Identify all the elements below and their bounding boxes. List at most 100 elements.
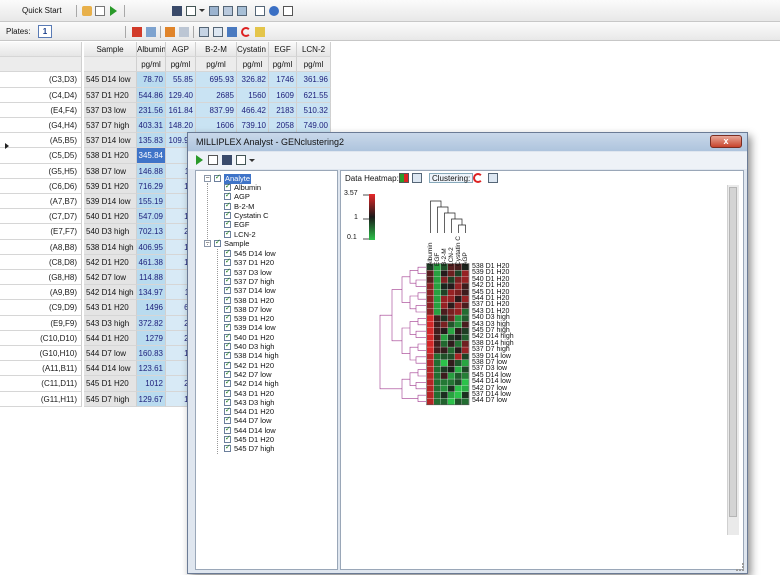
column-header[interactable]: AGP [166, 42, 196, 58]
value-cell[interactable]: 739.10 [237, 118, 269, 134]
value-cell[interactable]: 1496 [137, 300, 166, 316]
bar-chart-icon[interactable] [179, 27, 189, 37]
value-cell[interactable]: 129.67 [137, 391, 166, 407]
tree-node-sample[interactable]: −Sample [196, 238, 336, 249]
table-row[interactable]: (G4,H4) 537 D7 high 403.31 148.20 1606 739.10… [0, 118, 331, 134]
value-cell[interactable]: 544.86 [137, 87, 166, 103]
sample-name-cell[interactable]: 537 D7 high [84, 118, 137, 134]
value-cell[interactable]: 2183 [269, 102, 297, 118]
checkbox[interactable] [224, 341, 231, 351]
new-document-icon[interactable] [208, 155, 218, 165]
run-icon[interactable] [196, 155, 203, 165]
value-cell[interactable]: 466.42 [237, 102, 269, 118]
checkbox[interactable] [224, 267, 231, 277]
checkbox[interactable] [224, 378, 231, 388]
sample-name-cell[interactable]: 542 D1 H20 [84, 254, 137, 270]
sample-name-cell[interactable]: 545 D14 low [84, 72, 137, 88]
value-cell[interactable]: 114.88 [137, 270, 166, 286]
value-cell[interactable]: 326.82 [237, 72, 269, 88]
clustering-c-icon[interactable] [241, 27, 251, 37]
value-cell[interactable]: 78.70 [137, 72, 166, 88]
value-cell[interactable]: 749.00 [297, 118, 331, 134]
sample-name-cell[interactable]: 543 D3 high [84, 315, 137, 331]
value-cell[interactable]: 155.19 [137, 194, 166, 210]
value-cell[interactable]: 134.97 [137, 285, 166, 301]
checkbox[interactable] [224, 276, 231, 286]
value-cell[interactable]: 231.56 [137, 102, 166, 118]
value-cell[interactable]: 372.82 [137, 315, 166, 331]
plate-number-box[interactable]: 1 [38, 25, 52, 38]
value-cell[interactable]: 403.31 [137, 118, 166, 134]
edit-icon[interactable] [95, 6, 105, 16]
checkbox[interactable] [224, 201, 231, 211]
area-chart-icon[interactable] [255, 27, 265, 37]
run-icon[interactable] [110, 6, 117, 16]
clustering-c-icon[interactable] [473, 173, 483, 183]
alphabet-sort-icon[interactable] [165, 27, 175, 37]
import-icon[interactable] [82, 6, 92, 16]
value-cell[interactable]: 148.20 [166, 118, 196, 134]
value-cell[interactable]: 461.38 [137, 254, 166, 270]
sample-name-cell[interactable]: 543 D1 H20 [84, 300, 137, 316]
checkbox[interactable] [224, 229, 231, 239]
checkbox[interactable] [224, 295, 231, 305]
table-view-icon[interactable] [412, 173, 422, 183]
sample-name-cell[interactable]: 542 D14 high [84, 285, 137, 301]
value-cell[interactable]: 1279 [137, 330, 166, 346]
value-cell[interactable]: 146.88 [137, 163, 166, 179]
checkbox[interactable] [224, 219, 231, 229]
value-cell[interactable]: 161.84 [166, 102, 196, 118]
sample-name-cell[interactable]: 538 D7 low [84, 163, 137, 179]
checkbox[interactable] [224, 322, 231, 332]
value-cell[interactable]: 621.55 [297, 87, 331, 103]
sample-name-cell[interactable]: 544 D7 low [84, 346, 137, 362]
checkbox[interactable] [224, 443, 231, 453]
table-row[interactable]: (C3,D3) 545 D14 low 78.70 55.85 695.93 326.82… [0, 72, 331, 88]
quick-start-button[interactable]: Quick Start [22, 6, 62, 15]
copy-icon[interactable] [146, 27, 156, 37]
checkbox[interactable] [224, 182, 231, 192]
value-cell[interactable]: 361.96 [297, 72, 331, 88]
checkbox[interactable] [224, 434, 231, 444]
checkbox[interactable] [224, 304, 231, 314]
value-cell[interactable]: 345.84 [137, 148, 166, 164]
sample-name-cell[interactable]: 540 D3 high [84, 224, 137, 240]
column-header[interactable]: Albumin [137, 42, 166, 58]
flag-icon[interactable] [132, 27, 142, 37]
checkbox[interactable] [224, 406, 231, 416]
checkbox[interactable] [224, 257, 231, 267]
value-cell[interactable]: 2058 [269, 118, 297, 134]
clustering-table-icon[interactable] [488, 173, 498, 183]
column-header[interactable]: Cystatin C [237, 42, 269, 58]
save-icon[interactable] [222, 155, 232, 165]
value-cell[interactable]: 406.95 [137, 239, 166, 255]
sample-name-cell[interactable]: 538 D14 high [84, 239, 137, 255]
sample-name-cell[interactable]: 542 D7 low [84, 270, 137, 286]
column-header[interactable]: B-2-M [196, 42, 237, 58]
column-header[interactable]: Sample [84, 42, 137, 58]
value-cell[interactable]: 1012 [137, 376, 166, 392]
sample-name-cell[interactable]: 537 D14 low [84, 133, 137, 149]
checkbox[interactable] [224, 397, 231, 407]
checkbox[interactable] [224, 360, 231, 370]
checkbox[interactable] [224, 388, 231, 398]
table-row[interactable]: (E4,F4) 537 D3 low 231.56 161.84 837.99 466.4… [0, 102, 331, 118]
checkbox[interactable] [224, 350, 231, 360]
save-icon[interactable] [172, 6, 182, 16]
sample-name-cell[interactable]: 544 D14 low [84, 361, 137, 377]
sample-name-cell[interactable]: 538 D1 H20 [84, 148, 137, 164]
value-cell[interactable]: 1560 [237, 87, 269, 103]
checkbox[interactable] [224, 415, 231, 425]
resize-grip[interactable] [736, 563, 744, 571]
column-header[interactable]: EGF [269, 42, 297, 58]
value-cell[interactable]: 129.40 [166, 87, 196, 103]
close-all-icon[interactable] [283, 6, 293, 16]
window-icon[interactable] [186, 6, 196, 16]
checkbox[interactable] [224, 191, 231, 201]
chevron-down-icon[interactable] [199, 9, 205, 12]
print-icon[interactable] [209, 6, 219, 16]
document-icon[interactable] [255, 6, 265, 16]
line-chart-icon[interactable] [199, 27, 209, 37]
histogram-icon[interactable] [227, 27, 237, 37]
close-button[interactable]: x [710, 135, 742, 148]
